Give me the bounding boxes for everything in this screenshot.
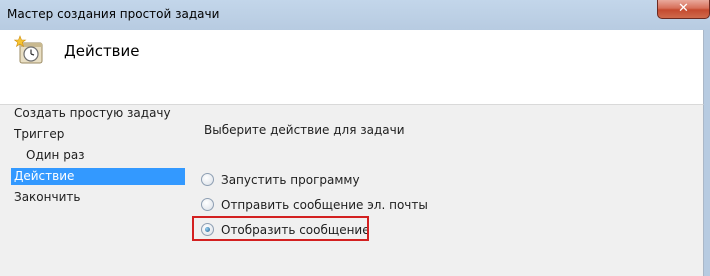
nav-item-create-task[interactable]: Создать простую задачу	[14, 105, 171, 122]
wizard-body: Создать простую задачу Триггер Один раз …	[0, 105, 704, 276]
close-icon: ✕	[678, 1, 689, 16]
highlight-annotation	[192, 216, 369, 241]
title-bar[interactable]: Мастер создания простой задачи ✕	[0, 0, 710, 30]
radio-run-program[interactable]	[201, 173, 214, 186]
page-title: Действие	[64, 42, 140, 60]
radio-send-email[interactable]	[201, 198, 214, 211]
wizard-steps-nav: Создать простую задачу Триггер Один раз …	[0, 105, 190, 276]
wizard-window: Мастер создания простой задачи ✕ Действи…	[0, 0, 710, 276]
option-label: Запустить программу	[221, 173, 360, 187]
option-label: Отправить сообщение эл. почты	[221, 198, 428, 212]
nav-item-once[interactable]: Один раз	[26, 147, 85, 164]
window-title: Мастер создания простой задачи	[7, 7, 220, 21]
close-button[interactable]: ✕	[657, 0, 710, 19]
action-prompt: Выберите действие для задачи	[204, 123, 405, 137]
wizard-header: Действие	[0, 30, 704, 105]
nav-item-action[interactable]: Действие	[11, 168, 185, 185]
nav-item-trigger[interactable]: Триггер	[14, 126, 64, 143]
nav-item-finish[interactable]: Закончить	[14, 189, 80, 206]
task-clock-icon	[14, 35, 43, 64]
